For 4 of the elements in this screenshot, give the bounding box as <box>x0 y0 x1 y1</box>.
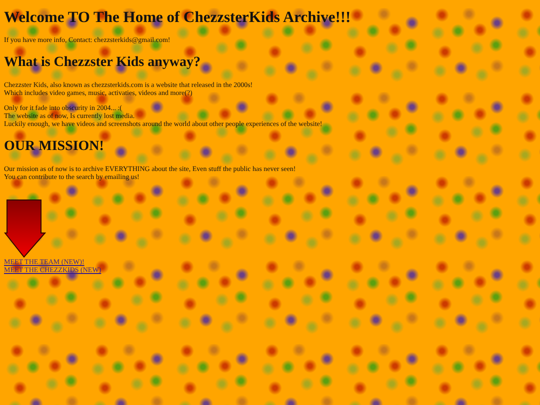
down-arrow-icon <box>4 199 46 258</box>
page-title: Welcome TO The Home of ChezzsterKids Archive!!! <box>4 9 352 27</box>
section-heading: What is Chezzster Kids anyway? <box>4 55 202 71</box>
section-heading: OUR MISSION! <box>4 139 105 155</box>
